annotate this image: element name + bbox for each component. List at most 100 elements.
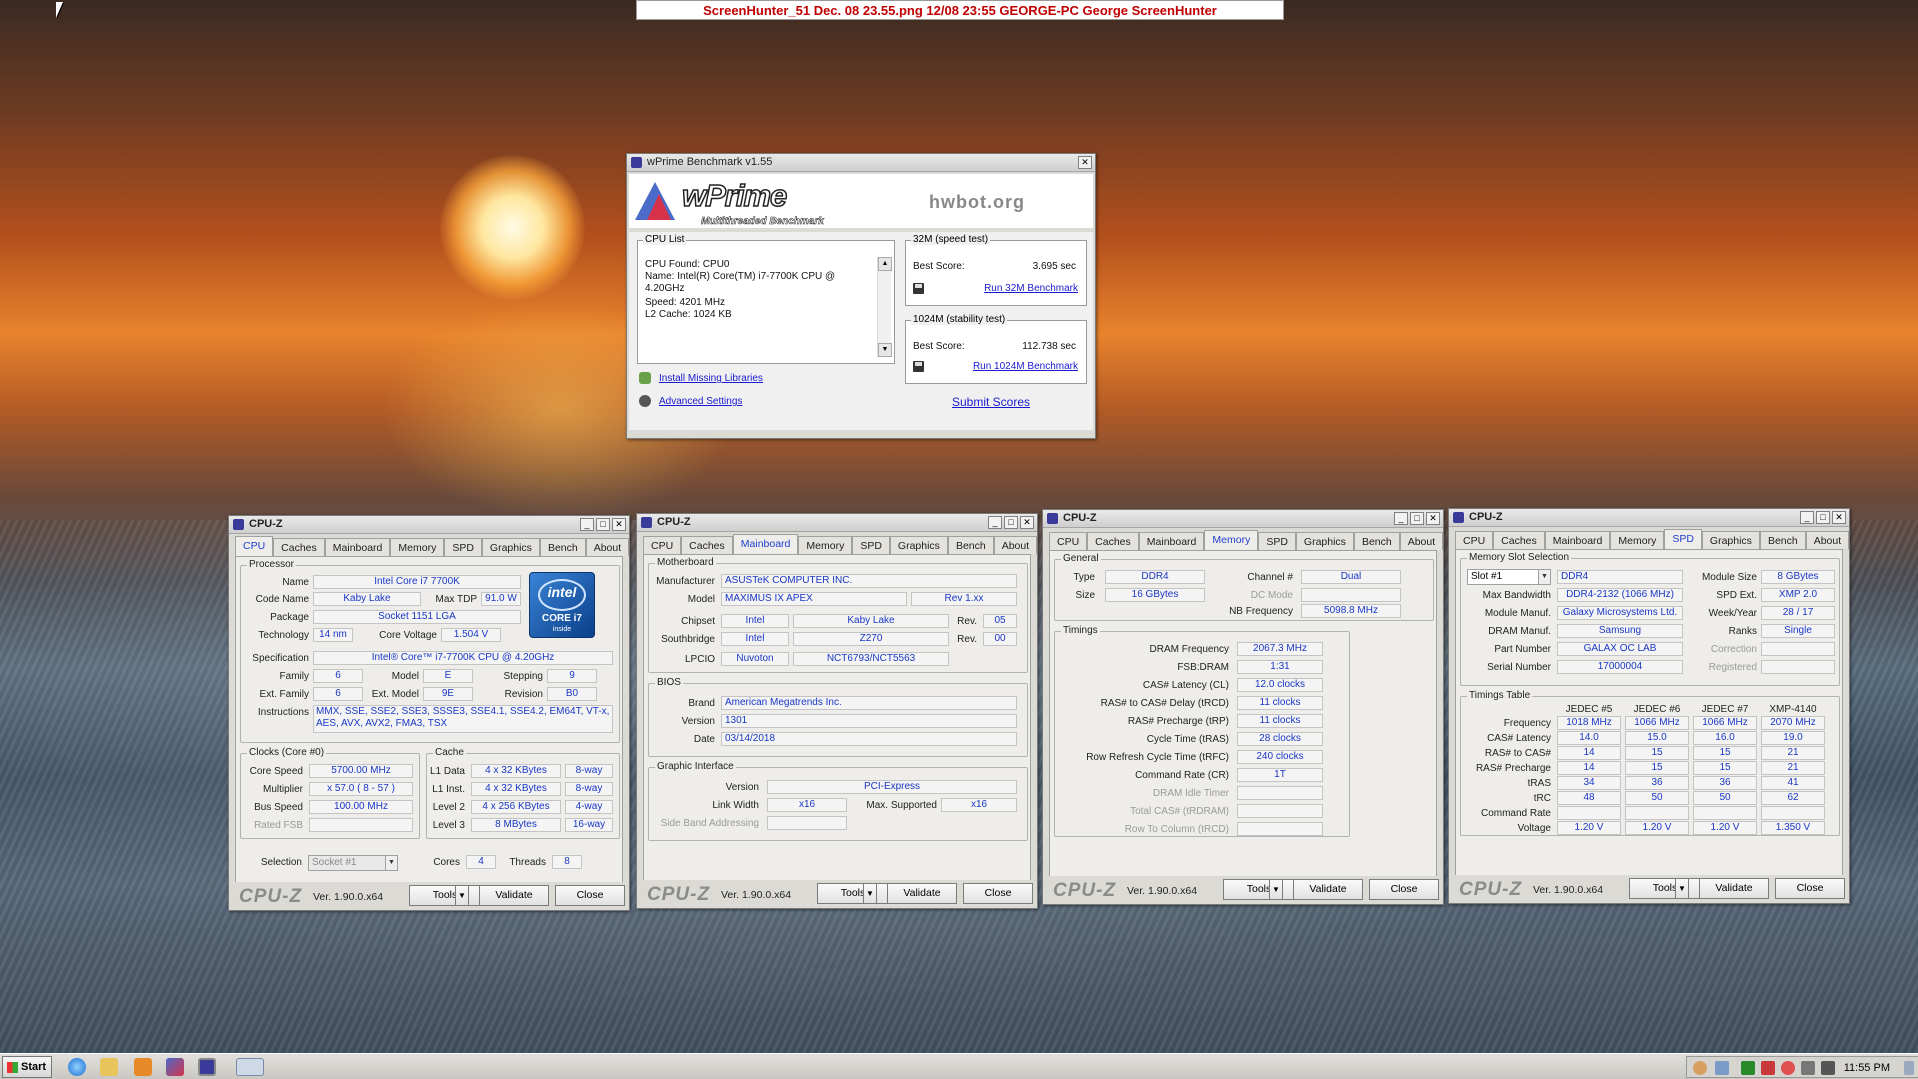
tools-button[interactable]: Tools [817,883,889,904]
tab-bench[interactable]: Bench [539,538,586,556]
chevron-down-icon[interactable]: ▼ [1538,570,1550,584]
tab-cpu[interactable]: CPU [1455,531,1494,549]
maximize-icon[interactable]: □ [1004,516,1018,529]
tab-graphics[interactable]: Graphics [481,538,540,556]
tools-button[interactable]: Tools [409,885,481,906]
advanced-settings-link[interactable]: Advanced Settings [659,396,742,407]
run-32m-link[interactable]: Run 32M Benchmark [984,283,1078,294]
tab-about[interactable]: About [993,536,1038,554]
file-explorer-icon[interactable] [100,1058,118,1076]
minimize-icon[interactable]: _ [988,516,1002,529]
submit-scores-link[interactable]: Submit Scores [952,395,1030,409]
tab-memory[interactable]: Memory [390,538,445,556]
close-button[interactable]: Close [1775,878,1845,899]
tab-graphics[interactable]: Graphics [1701,531,1760,549]
tab-cpu[interactable]: CPU [235,536,274,556]
wprime-titlebar[interactable]: wPrime Benchmark v1.55 ✕ [627,154,1095,172]
validate-button[interactable]: Validate [479,885,549,906]
minimize-icon[interactable]: _ [580,518,594,531]
validate-button[interactable]: Validate [1699,878,1769,899]
show-desktop-icon[interactable] [1904,1061,1914,1075]
tab-graphics[interactable]: Graphics [889,536,948,554]
power-icon[interactable] [1801,1061,1815,1075]
cpuz-titlebar[interactable]: CPU-Z _ □ ✕ [637,514,1037,532]
network-icon[interactable] [1715,1061,1729,1075]
close-button[interactable]: Close [1369,879,1439,900]
table-cell: 14.0 [1557,731,1621,745]
cpu-list-scrollbar[interactable]: ▲ ▼ [877,257,892,357]
internet-explorer-icon[interactable] [68,1058,86,1076]
screenhunter-taskbar-icon[interactable] [236,1058,264,1076]
tab-mainboard[interactable]: Mainboard [732,534,799,554]
tab-bench[interactable]: Bench [1353,532,1400,550]
tab-mainboard[interactable]: Mainboard [1138,532,1205,550]
tab-memory[interactable]: Memory [1204,530,1259,550]
tools-button[interactable]: Tools [1629,878,1701,899]
close-button[interactable]: Close [555,885,625,906]
save-icon[interactable] [913,361,924,372]
maximize-icon[interactable]: □ [596,518,610,531]
tab-mainboard[interactable]: Mainboard [1544,531,1611,549]
cpuz-taskbar-icon[interactable] [198,1058,216,1076]
tab-bench[interactable]: Bench [1759,531,1806,549]
wprime-taskbar-icon[interactable] [166,1058,184,1076]
close-icon[interactable]: ✕ [1078,156,1092,169]
scroll-down-icon[interactable]: ▼ [878,343,892,357]
hwbot-logo[interactable]: hwbot.org [929,192,1025,213]
tab-cpu[interactable]: CPU [643,536,682,554]
volume-icon[interactable] [1821,1061,1835,1075]
tools-dropdown-icon[interactable]: ▼ [455,885,469,906]
tab-about[interactable]: About [1399,532,1444,550]
cpuz-titlebar[interactable]: CPU-Z _ □ ✕ [1043,510,1443,528]
cpuz-mainboard-window: CPU-Z _ □ ✕ CPU Caches Mainboard Memory … [636,513,1038,909]
tools-dropdown-icon[interactable]: ▼ [863,883,877,904]
slot-select[interactable]: Slot #1 ▼ [1467,569,1551,585]
validate-button[interactable]: Validate [1293,879,1363,900]
tools-button[interactable]: Tools [1223,879,1295,900]
cpuz-titlebar[interactable]: CPU-Z _ □ ✕ [1449,509,1849,527]
start-button[interactable]: Start [2,1056,52,1078]
module-manuf-value: Galaxy Microsystems Ltd. [1557,606,1683,620]
tab-cpu[interactable]: CPU [1049,532,1088,550]
minimize-icon[interactable]: _ [1800,511,1814,524]
tools-dropdown-icon[interactable]: ▼ [1675,878,1689,899]
install-libraries-link[interactable]: Install Missing Libraries [659,373,763,384]
tab-mainboard[interactable]: Mainboard [324,538,391,556]
tab-spd[interactable]: SPD [852,536,890,554]
gpu-icon[interactable] [1741,1061,1755,1075]
tools-dropdown-icon[interactable]: ▼ [1269,879,1283,900]
run-1024m-link[interactable]: Run 1024M Benchmark [973,361,1078,372]
tab-caches[interactable]: Caches [1087,532,1139,550]
tab-caches[interactable]: Caches [681,536,733,554]
tab-spd[interactable]: SPD [1258,532,1296,550]
tab-caches[interactable]: Caches [273,538,325,556]
clock[interactable]: 11:55 PM [1844,1062,1890,1074]
chevron-down-icon[interactable]: ▼ [385,856,397,870]
cpuz-titlebar[interactable]: CPU-Z _ □ ✕ [229,516,629,534]
tab-bench[interactable]: Bench [947,536,994,554]
tab-memory[interactable]: Memory [1610,531,1665,549]
tab-graphics[interactable]: Graphics [1295,532,1354,550]
blocked-icon[interactable] [1781,1061,1795,1075]
tab-about[interactable]: About [585,538,630,556]
security-icon[interactable] [1761,1061,1775,1075]
scroll-up-icon[interactable]: ▲ [878,257,892,271]
close-button[interactable]: Close [963,883,1033,904]
tab-spd[interactable]: SPD [1664,529,1702,549]
maximize-icon[interactable]: □ [1410,512,1424,525]
tab-about[interactable]: About [1805,531,1850,549]
close-icon[interactable]: ✕ [1426,512,1440,525]
save-icon[interactable] [913,283,924,294]
close-icon[interactable]: ✕ [1832,511,1846,524]
media-player-icon[interactable] [134,1058,152,1076]
close-icon[interactable]: ✕ [612,518,626,531]
validate-button[interactable]: Validate [887,883,957,904]
close-icon[interactable]: ✕ [1020,516,1034,529]
minimize-icon[interactable]: _ [1394,512,1408,525]
tab-memory[interactable]: Memory [798,536,853,554]
maximize-icon[interactable]: □ [1816,511,1830,524]
socket-select[interactable]: Socket #1 ▼ [308,855,398,871]
tab-caches[interactable]: Caches [1493,531,1545,549]
tab-spd[interactable]: SPD [444,538,482,556]
hand-icon[interactable] [1693,1061,1707,1075]
